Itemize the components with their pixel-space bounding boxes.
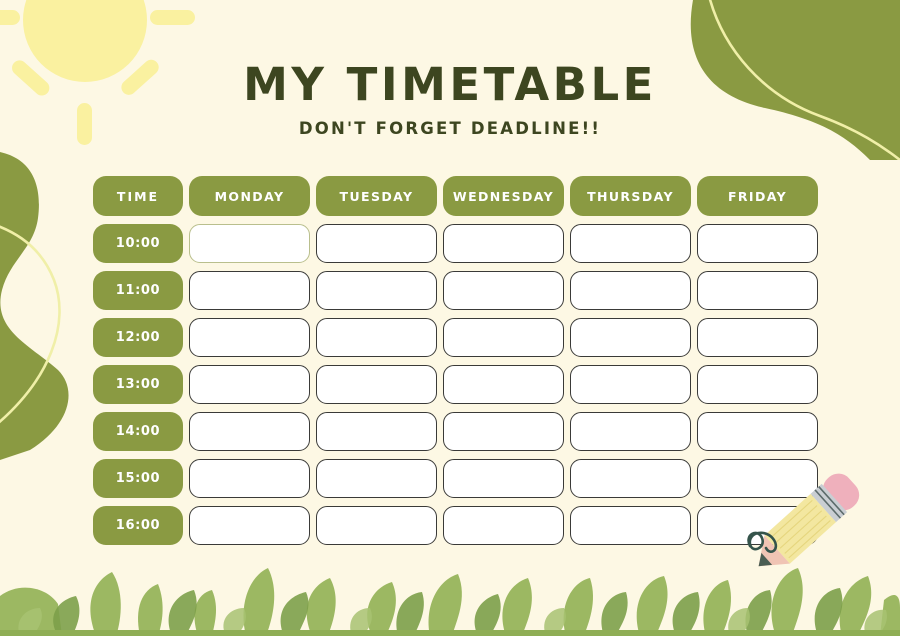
time-label-1600: 16:00 <box>93 506 183 545</box>
time-label-1200: 12:00 <box>93 318 183 357</box>
slot-thursday-1500[interactable] <box>570 459 691 498</box>
slot-tuesday-1400[interactable] <box>316 412 437 451</box>
time-label-1100: 11:00 <box>93 271 183 310</box>
time-label-1000: 10:00 <box>93 224 183 263</box>
grass-decoration <box>0 546 900 636</box>
slot-thursday-1300[interactable] <box>570 365 691 404</box>
slot-friday-1600[interactable] <box>697 506 818 545</box>
timetable-row: 10:00 <box>93 224 818 263</box>
timetable-body: 10:00 11:00 12:00 13:00 14:00 15:00 16:00 <box>93 224 818 545</box>
time-label-1300: 13:00 <box>93 365 183 404</box>
slot-friday-1000[interactable] <box>697 224 818 263</box>
slot-monday-1200[interactable] <box>189 318 310 357</box>
page-title: MY TIMETABLE <box>243 58 657 111</box>
slot-tuesday-1000[interactable] <box>316 224 437 263</box>
column-header-monday: MONDAY <box>189 176 310 216</box>
slot-friday-1500[interactable] <box>697 459 818 498</box>
timetable-poster: MY TIMETABLE DON'T FORGET DEADLINE!! TIM… <box>0 0 900 636</box>
timetable-header-row: TIME MONDAY TUESDAY WEDNESDAY THURSDAY FRIDAY <box>93 176 818 216</box>
slot-monday-1400[interactable] <box>189 412 310 451</box>
slot-friday-1400[interactable] <box>697 412 818 451</box>
slot-monday-1300[interactable] <box>189 365 310 404</box>
column-header-wednesday: WEDNESDAY <box>443 176 564 216</box>
timetable-row: 13:00 <box>93 365 818 404</box>
slot-tuesday-1300[interactable] <box>316 365 437 404</box>
slot-friday-1300[interactable] <box>697 365 818 404</box>
column-header-thursday: THURSDAY <box>570 176 691 216</box>
slot-monday-1000[interactable] <box>189 224 310 263</box>
timetable-row: 16:00 <box>93 506 818 545</box>
slot-wednesday-1600[interactable] <box>443 506 564 545</box>
slot-wednesday-1300[interactable] <box>443 365 564 404</box>
slot-tuesday-1500[interactable] <box>316 459 437 498</box>
slot-friday-1100[interactable] <box>697 271 818 310</box>
time-label-1500: 15:00 <box>93 459 183 498</box>
slot-thursday-1600[interactable] <box>570 506 691 545</box>
slot-tuesday-1100[interactable] <box>316 271 437 310</box>
column-header-tuesday: TUESDAY <box>316 176 437 216</box>
slot-tuesday-1200[interactable] <box>316 318 437 357</box>
timetable-row: 14:00 <box>93 412 818 451</box>
slot-monday-1600[interactable] <box>189 506 310 545</box>
slot-monday-1500[interactable] <box>189 459 310 498</box>
slot-tuesday-1600[interactable] <box>316 506 437 545</box>
timetable-row: 12:00 <box>93 318 818 357</box>
time-label-1400: 14:00 <box>93 412 183 451</box>
timetable-row: 15:00 <box>93 459 818 498</box>
slot-wednesday-1400[interactable] <box>443 412 564 451</box>
title-block: MY TIMETABLE DON'T FORGET DEADLINE!! <box>0 62 900 138</box>
page-subtitle: DON'T FORGET DEADLINE!! <box>298 119 602 138</box>
slot-wednesday-1100[interactable] <box>443 271 564 310</box>
slot-wednesday-1500[interactable] <box>443 459 564 498</box>
slot-thursday-1000[interactable] <box>570 224 691 263</box>
slot-thursday-1100[interactable] <box>570 271 691 310</box>
slot-thursday-1200[interactable] <box>570 318 691 357</box>
timetable-grid: TIME MONDAY TUESDAY WEDNESDAY THURSDAY FRIDAY… <box>93 176 818 553</box>
slot-monday-1100[interactable] <box>189 271 310 310</box>
slot-wednesday-1000[interactable] <box>443 224 564 263</box>
slot-thursday-1400[interactable] <box>570 412 691 451</box>
timetable-row: 11:00 <box>93 271 818 310</box>
column-header-friday: FRIDAY <box>697 176 818 216</box>
slot-friday-1200[interactable] <box>697 318 818 357</box>
column-header-time: TIME <box>93 176 183 216</box>
slot-wednesday-1200[interactable] <box>443 318 564 357</box>
